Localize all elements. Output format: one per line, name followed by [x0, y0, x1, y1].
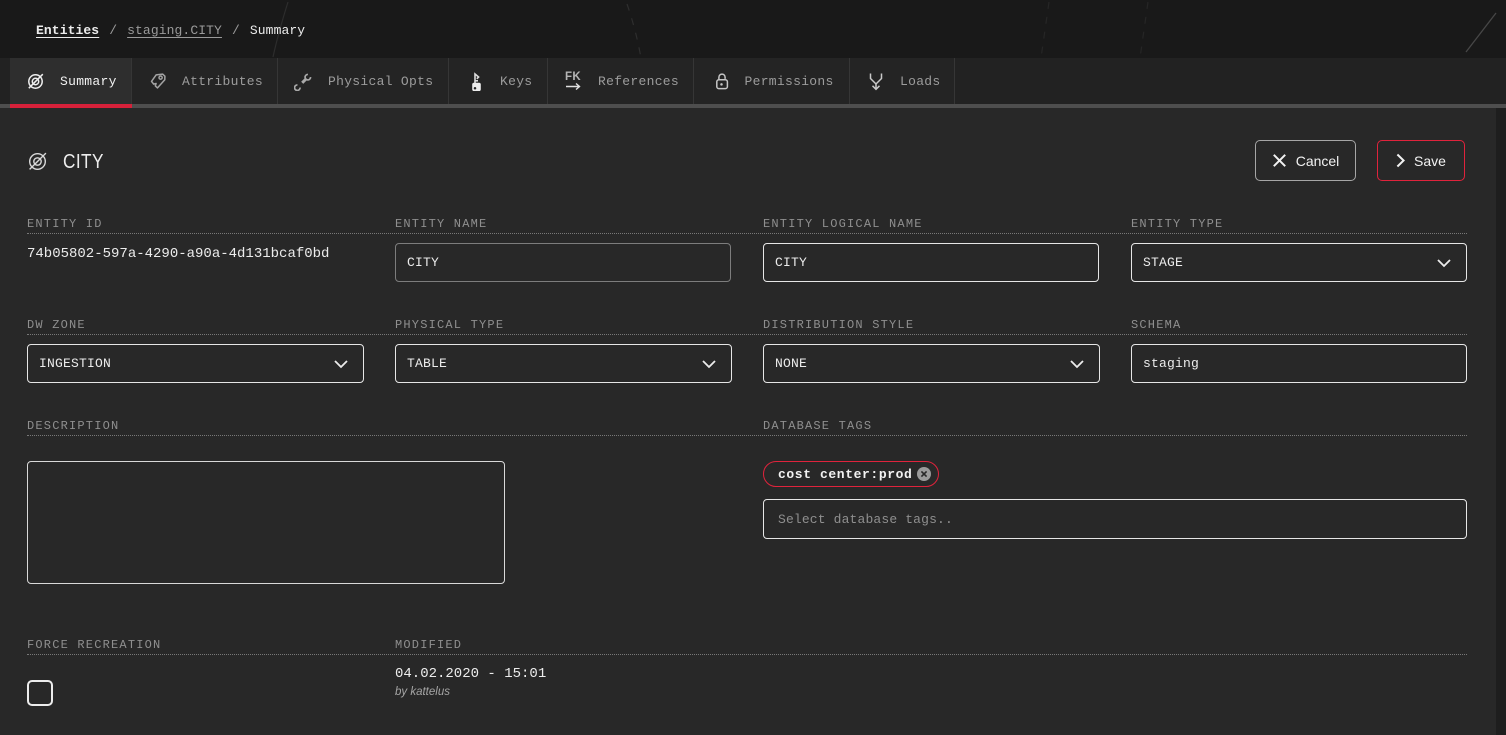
svg-text:FK: FK [565, 71, 581, 83]
